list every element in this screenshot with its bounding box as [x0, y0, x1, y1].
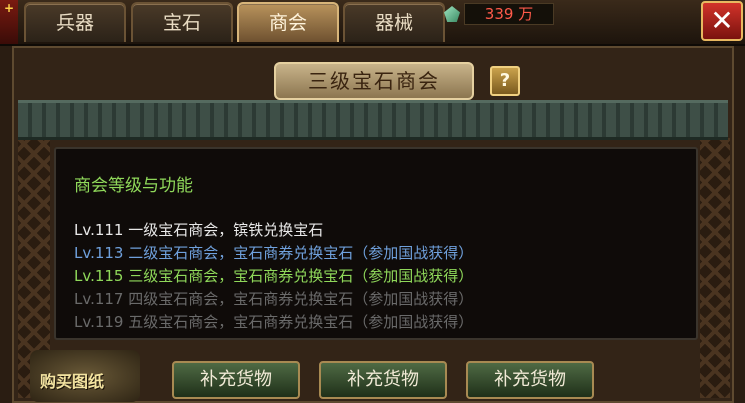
restock-button-2[interactable]: 补充货物 [319, 361, 447, 399]
tab-machinery[interactable]: 器械 [343, 2, 445, 42]
guild-info-panel: 商会等级与功能 Lv.111 一级宝石商会，镔铁兑换宝石 Lv.113 二级宝石… [54, 147, 698, 340]
info-panel-title: 商会等级与功能 [74, 176, 193, 196]
close-button[interactable]: ✕ [701, 1, 743, 41]
level-row-111: Lv.111 一级宝石商会，镔铁兑换宝石 [74, 221, 324, 239]
help-button[interactable]: ? [490, 66, 520, 96]
level-row-117: Lv.117 四级宝石商会，宝石商券兑换宝石（参加国战获得） [74, 290, 474, 308]
buy-scroll-label: 购买图纸 [40, 372, 105, 391]
roof-decoration [18, 100, 728, 140]
level-row-113: Lv.113 二级宝石商会，宝石商券兑换宝石（参加国战获得） [74, 244, 474, 262]
tab-weapons[interactable]: 兵器 [24, 2, 126, 42]
add-resource-icon[interactable]: + [0, 0, 18, 44]
close-icon: ✕ [710, 4, 734, 37]
level-row-119: Lv.119 五级宝石商会，宝石商券兑换宝石（参加国战获得） [74, 313, 474, 331]
restock-button-3[interactable]: 补充货物 [466, 361, 594, 399]
right-lattice [700, 138, 730, 398]
tab-gems[interactable]: 宝石 [131, 2, 233, 42]
restock-button-1[interactable]: 补充货物 [172, 361, 300, 399]
level-row-115: Lv.115 三级宝石商会，宝石商券兑换宝石（参加国战获得） [74, 267, 474, 285]
page-title: 三级宝石商会 [274, 62, 474, 100]
currency-amount: 339 万 [464, 3, 554, 25]
currency-display: 339 万 [444, 3, 554, 25]
gem-icon [444, 6, 460, 22]
tab-merchant-guild[interactable]: 商会 [237, 2, 339, 42]
